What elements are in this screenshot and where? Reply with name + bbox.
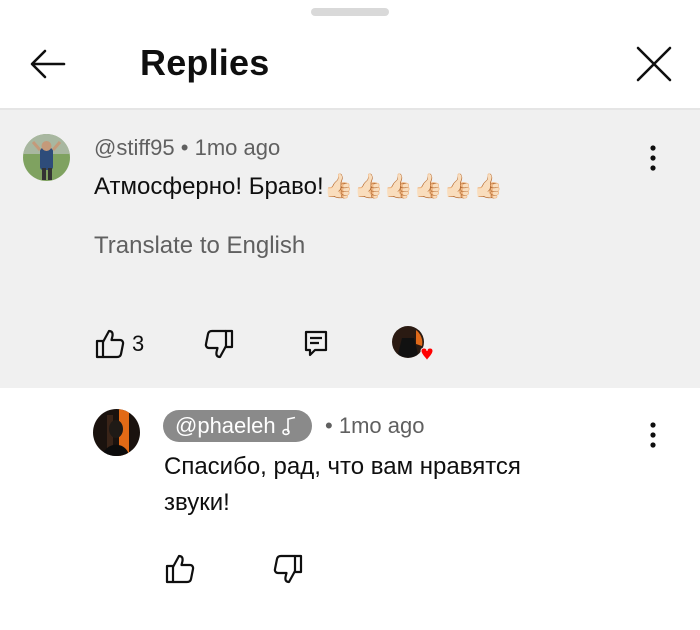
more-vertical-icon[interactable] xyxy=(641,143,665,177)
avatar[interactable] xyxy=(23,134,70,181)
back-arrow-icon[interactable] xyxy=(28,44,68,84)
comment-icon[interactable] xyxy=(300,328,332,360)
reply-author: @phaeleh xyxy=(175,413,276,438)
thumb-down-icon[interactable] xyxy=(272,553,304,585)
comment-author[interactable]: @stiff95 xyxy=(94,135,175,160)
meta-separator: • xyxy=(325,413,333,438)
replies-header: Replies xyxy=(0,20,700,108)
reply-text-line: Спасибо, рад, что вам нравятся xyxy=(164,453,521,480)
reply-meta: • 1mo ago xyxy=(325,413,424,439)
translate-link[interactable]: Translate to English xyxy=(94,231,305,261)
like-count: 3 xyxy=(132,331,145,356)
comment-body: Атмосферно! Браво! xyxy=(94,173,324,200)
reply-avatar[interactable] xyxy=(93,409,140,456)
thumb-up-icon[interactable] xyxy=(164,553,196,585)
parent-comment: @stiff95 • 1mo ago Атмосферно! Браво!👍🏻👍… xyxy=(0,110,700,388)
more-vertical-icon[interactable] xyxy=(641,420,665,454)
meta-separator: • xyxy=(180,135,189,160)
thumb-down-icon[interactable] xyxy=(203,328,235,360)
creator-handle-badge[interactable]: @phaeleh xyxy=(163,410,312,442)
reply-text-line: звуки! xyxy=(164,489,230,516)
page-title: Replies xyxy=(140,42,270,83)
reply-time: 1mo ago xyxy=(338,413,425,438)
comment-text: Атмосферно! Браво!👍🏻👍🏻👍🏻👍🏻👍🏻👍🏻 xyxy=(94,169,503,205)
drag-handle[interactable] xyxy=(311,8,389,16)
close-icon[interactable] xyxy=(632,42,676,86)
thumb-up-icon[interactable] xyxy=(94,328,126,360)
thumbs-up-emoji: 👍🏻👍🏻👍🏻👍🏻👍🏻👍🏻 xyxy=(323,173,503,200)
comment-time: 1mo ago xyxy=(194,135,281,160)
music-note-icon xyxy=(281,416,295,436)
reply-text: Спасибо, рад, что вам нравятся звуки! xyxy=(164,449,521,521)
comment-meta: @stiff95 • 1mo ago xyxy=(94,135,280,161)
creator-heart-icon xyxy=(392,326,434,362)
